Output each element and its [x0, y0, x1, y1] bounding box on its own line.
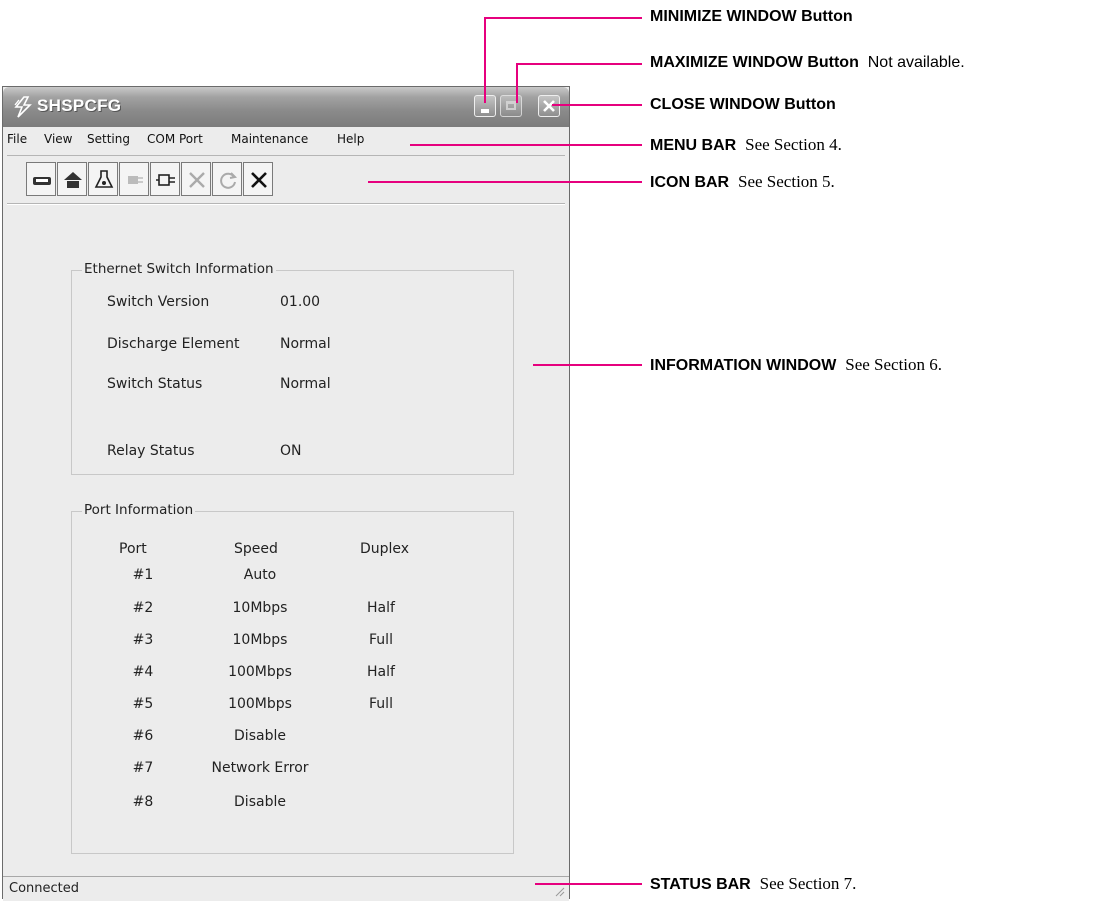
switch-status-value: Normal [280, 376, 331, 392]
close-annotation: CLOSE WINDOW Button [650, 96, 836, 114]
port-port-cell: #4 [132, 664, 154, 680]
icon-bar-annotation-note: See Section 5. [738, 172, 835, 191]
port-speed-cell: 100Mbps [228, 696, 292, 712]
menu-bar: File View Setting COM Port Maintenance H… [3, 127, 569, 151]
icon-bar [7, 155, 565, 205]
duplex-header: Duplex [360, 541, 410, 557]
card-button[interactable] [26, 162, 56, 196]
discharge-element-value: Normal [280, 336, 331, 352]
maximize-icon [506, 101, 516, 110]
status-bar-pointer-line [535, 883, 642, 885]
flask-icon [94, 170, 114, 188]
relay-status-value: ON [280, 443, 302, 459]
icon-bar-annotation: ICON BAR See Section 5. [650, 172, 835, 192]
minimize-annotation-title: MINIMIZE WINDOW Button [650, 8, 853, 25]
minimize-pointer-line-h [484, 17, 642, 19]
port-duplex-cell: Full [369, 696, 393, 712]
switch-version-label: Switch Version [107, 294, 210, 310]
port-port-cell: #5 [132, 696, 154, 712]
close-x-icon [251, 172, 267, 188]
relay-status-label: Relay Status [107, 443, 195, 459]
status-bar-annotation-note: See Section 7. [759, 874, 857, 893]
menu-maintenance[interactable]: Maintenance [231, 132, 308, 146]
info-window-pointer-line [533, 364, 642, 366]
close-button[interactable] [538, 95, 560, 117]
plug-icon [128, 176, 143, 184]
home-button[interactable] [57, 162, 87, 196]
status-text: Connected [9, 881, 80, 896]
menu-bar-annotation: MENU BAR See Section 4. [650, 135, 842, 155]
refresh-button[interactable] [212, 162, 242, 196]
switch-info-legend: Ethernet Switch Information [82, 261, 276, 277]
info-window-annotation-note: See Section 6. [845, 355, 943, 374]
refresh-icon [220, 172, 238, 189]
maximize-pointer-line-h [516, 63, 642, 65]
plug-connect-icon [156, 174, 175, 186]
flask-button[interactable] [88, 162, 118, 196]
resize-grip-icon[interactable] [553, 885, 565, 897]
close-x-button[interactable] [243, 162, 273, 196]
port-port-cell: #7 [132, 760, 154, 776]
plug-button[interactable] [119, 162, 149, 196]
port-speed-cell: Disable [234, 728, 286, 744]
switch-status-label: Switch Status [107, 376, 203, 392]
icon-bar-annotation-title: ICON BAR [650, 174, 730, 191]
port-speed-cell: 10Mbps [232, 632, 288, 648]
home-icon [64, 172, 82, 188]
info-window-annotation-title: INFORMATION WINDOW [650, 357, 837, 374]
info-window-annotation: INFORMATION WINDOW See Section 6. [650, 355, 942, 375]
speed-header: Speed [234, 541, 278, 557]
port-port-cell: #8 [132, 794, 154, 810]
lightning-icon [14, 96, 32, 118]
maximize-annotation-title: MAXIMIZE WINDOW Button [650, 54, 859, 71]
tools-button[interactable] [181, 162, 211, 196]
port-duplex-cell: Half [367, 664, 395, 680]
window-title: SHSPCFG [37, 96, 122, 115]
port-info-legend: Port Information [82, 502, 196, 518]
port-speed-cell: Auto [243, 567, 277, 583]
port-speed-cell: 100Mbps [228, 664, 292, 680]
minimize-annotation: MINIMIZE WINDOW Button [650, 8, 853, 26]
close-annotation-title: CLOSE WINDOW Button [650, 96, 836, 113]
minimize-icon [481, 109, 489, 113]
status-bar-annotation: STATUS BAR See Section 7. [650, 874, 856, 894]
maximize-pointer-line [516, 63, 518, 103]
port-port-cell: #6 [132, 728, 154, 744]
switch-version-value: 01.00 [280, 294, 321, 310]
status-bar-annotation-title: STATUS BAR [650, 876, 751, 893]
menu-bar-pointer-line [410, 144, 642, 146]
minimize-pointer-line [484, 17, 486, 103]
app-window: SHSPCFG File View Setting COM Port Maint… [2, 86, 570, 901]
discharge-element-label: Discharge Element [107, 336, 240, 352]
tools-icon [189, 172, 205, 188]
card-icon [33, 177, 51, 185]
connect-button[interactable] [150, 162, 180, 196]
port-header: Port [119, 541, 147, 557]
icon-bar-pointer-line [368, 181, 642, 183]
port-duplex-cell: Full [369, 632, 393, 648]
menu-bar-annotation-note: See Section 4. [745, 135, 842, 154]
port-duplex-cell: Half [367, 600, 395, 616]
maximize-annotation: MAXIMIZE WINDOW Button Not available. [650, 54, 965, 72]
port-speed-cell: Network Error [211, 760, 309, 776]
menu-view[interactable]: View [44, 132, 72, 146]
close-icon [543, 100, 555, 112]
maximize-annotation-note: Not available. [867, 54, 965, 71]
menu-setting[interactable]: Setting [87, 132, 130, 146]
port-speed-cell: Disable [234, 794, 286, 810]
port-port-cell: #2 [132, 600, 154, 616]
port-port-cell: #3 [132, 632, 154, 648]
port-speed-cell: 10Mbps [232, 600, 288, 616]
close-pointer-line [552, 104, 642, 106]
maximize-button[interactable] [500, 95, 522, 117]
status-bar: Connected [3, 876, 569, 901]
menu-bar-annotation-title: MENU BAR [650, 137, 737, 154]
port-port-cell: #1 [132, 567, 154, 583]
menu-com-port[interactable]: COM Port [147, 132, 203, 146]
menu-help[interactable]: Help [337, 132, 364, 146]
menu-file[interactable]: File [7, 132, 27, 146]
